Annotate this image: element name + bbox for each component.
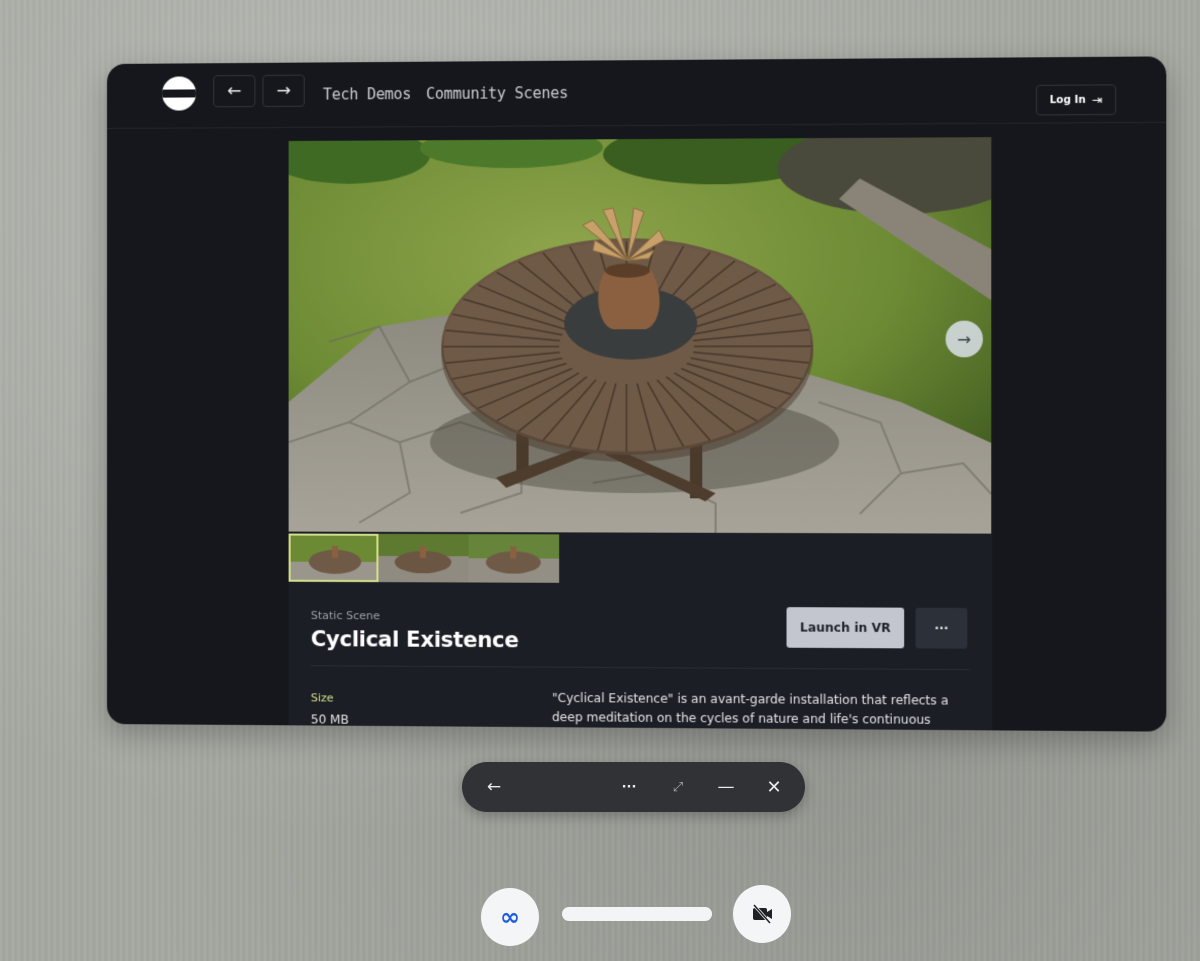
arrow-left-icon: ← [227, 81, 241, 101]
garden-table-image [289, 137, 992, 534]
top-navigation-bar: ← → Tech Demos Community Scenes Log In ⇥ [107, 56, 1166, 129]
scene-description: "Cyclical Existence" is an avant-garde i… [552, 689, 967, 730]
login-button[interactable]: Log In ⇥ [1036, 84, 1116, 115]
window-expand-button[interactable]: ⤢ [665, 774, 691, 800]
more-icon: ··· [622, 780, 637, 795]
meta-logo-icon: ∞ [500, 903, 520, 931]
size-label: Size [311, 691, 334, 704]
site-logo[interactable] [162, 76, 196, 110]
camera-button[interactable] [733, 885, 791, 943]
thumbnail-3[interactable] [469, 534, 560, 583]
nav-back-button[interactable]: ← [213, 75, 255, 107]
thumbnail-1[interactable] [289, 534, 379, 583]
nav-link-community-scenes[interactable]: Community Scenes [426, 84, 568, 103]
close-icon: ✕ [766, 777, 781, 798]
thumbnail-image [291, 536, 379, 583]
arrow-right-icon: → [276, 81, 290, 101]
login-icon: ⇥ [1092, 93, 1102, 107]
window-back-button[interactable]: ← [481, 774, 507, 800]
scene-details: Static Scene Cyclical Existence Launch i… [311, 609, 970, 612]
browser-window: ← → Tech Demos Community Scenes Log In ⇥ [107, 56, 1166, 731]
nav-link-tech-demos[interactable]: Tech Demos [323, 85, 411, 104]
window-control-bar: ← ··· ⤢ — ✕ [462, 762, 805, 812]
dock-drag-handle[interactable] [562, 907, 712, 921]
gallery-next-button[interactable]: → [946, 321, 983, 358]
thumbnail-image [378, 534, 468, 583]
scene-detail-panel: → Static Scene Cyclical Existence Launch… [289, 137, 993, 731]
window-more-button[interactable]: ··· [616, 774, 642, 800]
scene-type-label: Static Scene [311, 609, 380, 622]
window-minimize-button[interactable]: — [713, 774, 739, 800]
more-options-button[interactable]: ··· [916, 608, 968, 649]
thumbnail-strip [289, 534, 560, 583]
thumbnail-image [469, 534, 560, 583]
size-value: 50 MB [311, 712, 349, 726]
camera-off-icon [750, 902, 774, 926]
arrow-right-icon: → [957, 329, 971, 348]
login-label: Log In [1050, 94, 1086, 105]
launch-in-vr-button[interactable]: Launch in VR [787, 607, 905, 648]
expand-icon: ⤢ [673, 780, 683, 795]
arrow-left-icon: ← [487, 777, 501, 797]
nav-forward-button[interactable]: → [262, 75, 304, 107]
window-close-button[interactable]: ✕ [761, 774, 787, 800]
scene-hero-image: → [289, 137, 992, 534]
meta-menu-button[interactable]: ∞ [481, 888, 539, 946]
scene-title: Cyclical Existence [311, 627, 519, 652]
thumbnail-2[interactable] [378, 534, 468, 583]
divider [311, 665, 970, 670]
minimize-icon: — [718, 777, 735, 797]
